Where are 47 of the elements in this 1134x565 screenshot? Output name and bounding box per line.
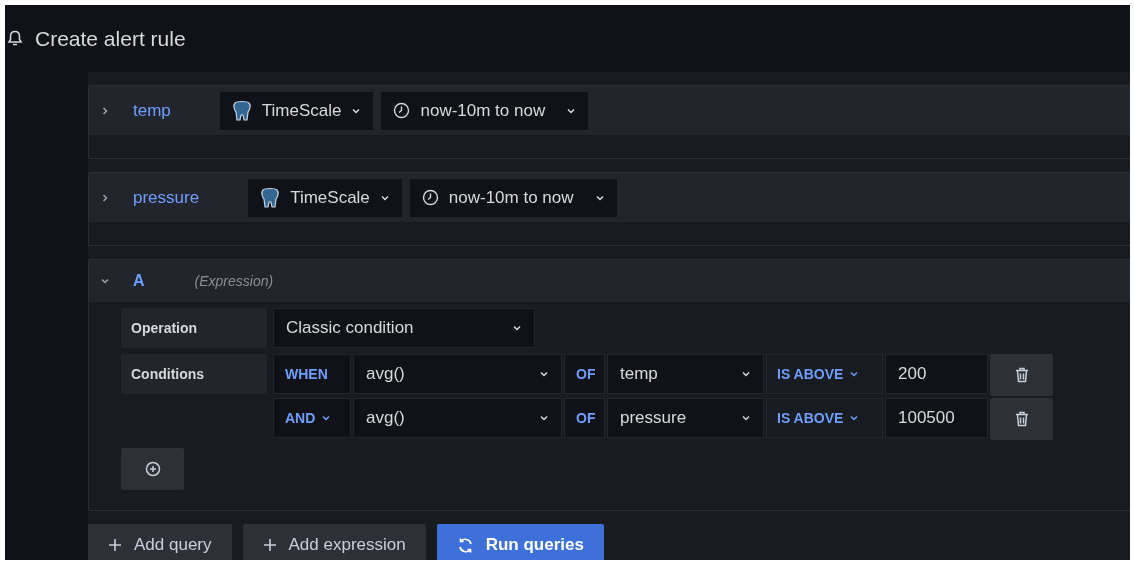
operation-label: Operation xyxy=(121,308,267,348)
chevron-down-icon xyxy=(741,369,751,379)
evaluator-select[interactable]: IS ABOVE xyxy=(766,398,883,438)
add-condition-button[interactable] xyxy=(121,448,184,490)
datasource-select[interactable]: TimeScale xyxy=(219,91,374,130)
chevron-down-icon xyxy=(849,369,860,379)
operator-select[interactable]: AND xyxy=(273,398,351,438)
expression-name: A xyxy=(133,272,145,290)
of-label: OF xyxy=(564,354,605,394)
evaluator-select[interactable]: IS ABOVE xyxy=(766,354,883,394)
chevron-down-icon xyxy=(849,413,860,423)
query-name: temp xyxy=(133,100,171,121)
plus-icon xyxy=(262,538,277,552)
operator-label: WHEN xyxy=(273,354,351,394)
chevron-down-icon xyxy=(539,369,549,379)
expression-type: (Expression) xyxy=(194,273,274,289)
chevron-down-icon xyxy=(539,413,549,423)
refresh-icon xyxy=(456,536,474,554)
trash-icon xyxy=(1014,411,1029,427)
threshold-input[interactable]: 100500 xyxy=(885,398,988,438)
reducer-select[interactable]: avg() xyxy=(353,398,562,438)
clock-icon xyxy=(393,102,411,119)
query-select[interactable]: temp xyxy=(607,354,764,394)
conditions-label: Conditions xyxy=(121,354,267,394)
add-button[interactable]: Add expression xyxy=(242,524,426,560)
query-select[interactable]: pressure xyxy=(607,398,764,438)
delete-button[interactable] xyxy=(990,354,1053,396)
trash-icon xyxy=(1014,367,1029,383)
datasource-select[interactable]: TimeScale xyxy=(248,178,402,217)
chevron-down-icon xyxy=(741,413,751,423)
plus-icon xyxy=(108,538,122,552)
run-queries-button[interactable]: Run queries xyxy=(436,524,604,560)
page-title: Create alert rule xyxy=(35,26,186,51)
chevron-down-icon xyxy=(321,413,332,423)
reducer-select[interactable]: avg() xyxy=(353,354,562,394)
operation-select[interactable]: Classic condition xyxy=(273,308,535,348)
delete-button[interactable] xyxy=(990,398,1053,440)
threshold-input[interactable]: 200 xyxy=(885,354,988,394)
query-name: pressure xyxy=(133,187,200,208)
of-label: OF xyxy=(564,398,605,438)
time-range-select[interactable]: now-10m to now xyxy=(381,91,589,130)
plus-circle-icon xyxy=(144,461,161,477)
chevron-down-icon xyxy=(512,323,522,333)
add-button[interactable]: Add query xyxy=(88,524,232,560)
bell-icon xyxy=(7,30,23,47)
time-range-select[interactable]: now-10m to now xyxy=(409,178,617,217)
clock-icon xyxy=(421,189,439,206)
